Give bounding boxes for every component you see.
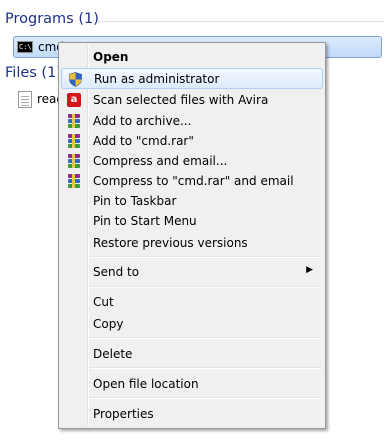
- menu-item-restore-previous-versions[interactable]: Restore previous versions: [61, 233, 323, 254]
- menu-item-pin-to-start-menu[interactable]: Pin to Start Menu: [61, 211, 323, 232]
- menu-item-label: Add to "cmd.rar": [93, 134, 194, 148]
- menu-separator: [90, 286, 321, 288]
- menu-item-pin-to-taskbar[interactable]: Pin to Taskbar: [61, 191, 323, 212]
- programs-group-divider: [98, 21, 384, 22]
- menu-item-open[interactable]: Open: [61, 47, 323, 68]
- cmd-icon: C:\: [17, 41, 33, 53]
- winrar-icon: [67, 134, 82, 149]
- menu-item-compress-to-cmd-rar-and-email[interactable]: Compress to "cmd.rar" and email: [61, 171, 323, 192]
- context-menu: Open Run as administrator a Scan selecte…: [58, 42, 326, 429]
- menu-item-add-to-archive[interactable]: Add to archive...: [61, 111, 323, 132]
- menu-item-label: Scan selected files with Avira: [93, 93, 269, 107]
- menu-item-label: Send to: [93, 265, 140, 279]
- menu-item-label: Compress to "cmd.rar" and email: [93, 174, 294, 188]
- menu-item-send-to[interactable]: Send to ▶: [61, 262, 323, 283]
- winrar-icon: [67, 114, 82, 129]
- menu-item-label: Properties: [93, 407, 154, 421]
- menu-item-label: Open file location: [93, 377, 199, 391]
- menu-item-run-as-administrator[interactable]: Run as administrator: [61, 68, 323, 89]
- winrar-icon: [67, 174, 82, 189]
- menu-item-open-file-location[interactable]: Open file location: [61, 374, 323, 395]
- files-group-header[interactable]: Files (1): [5, 65, 62, 81]
- menu-item-label: Delete: [93, 347, 133, 361]
- avira-icon: a: [67, 93, 82, 108]
- submenu-arrow-icon: ▶: [306, 265, 313, 275]
- menu-item-properties[interactable]: Properties: [61, 404, 323, 425]
- menu-item-label: Restore previous versions: [93, 236, 248, 250]
- menu-item-scan-avira[interactable]: a Scan selected files with Avira: [61, 90, 323, 111]
- menu-item-cut[interactable]: Cut: [61, 292, 323, 313]
- menu-separator: [90, 256, 321, 258]
- winrar-icon: [67, 154, 82, 169]
- menu-item-compress-and-email[interactable]: Compress and email...: [61, 151, 323, 172]
- menu-item-label: Run as administrator: [94, 72, 220, 86]
- start-menu-search-results: Programs (1) C:\ cmd Files (1) read Open…: [0, 0, 388, 442]
- text-file-icon: [18, 91, 32, 108]
- menu-separator: [90, 337, 321, 339]
- menu-item-label: Pin to Start Menu: [93, 214, 197, 228]
- programs-group-header[interactable]: Programs (1): [5, 11, 99, 27]
- menu-item-label: Add to archive...: [93, 114, 192, 128]
- menu-item-copy[interactable]: Copy: [61, 314, 323, 335]
- menu-item-label: Pin to Taskbar: [93, 194, 177, 208]
- menu-item-delete[interactable]: Delete: [61, 344, 323, 365]
- menu-separator: [90, 397, 321, 399]
- menu-item-label: Cut: [93, 295, 114, 309]
- menu-separator: [90, 367, 321, 369]
- uac-shield-icon: [68, 72, 83, 87]
- menu-item-label: Open: [93, 50, 129, 64]
- menu-item-label: Copy: [93, 317, 124, 331]
- menu-item-label: Compress and email...: [93, 154, 228, 168]
- menu-item-add-to-cmd-rar[interactable]: Add to "cmd.rar": [61, 131, 323, 152]
